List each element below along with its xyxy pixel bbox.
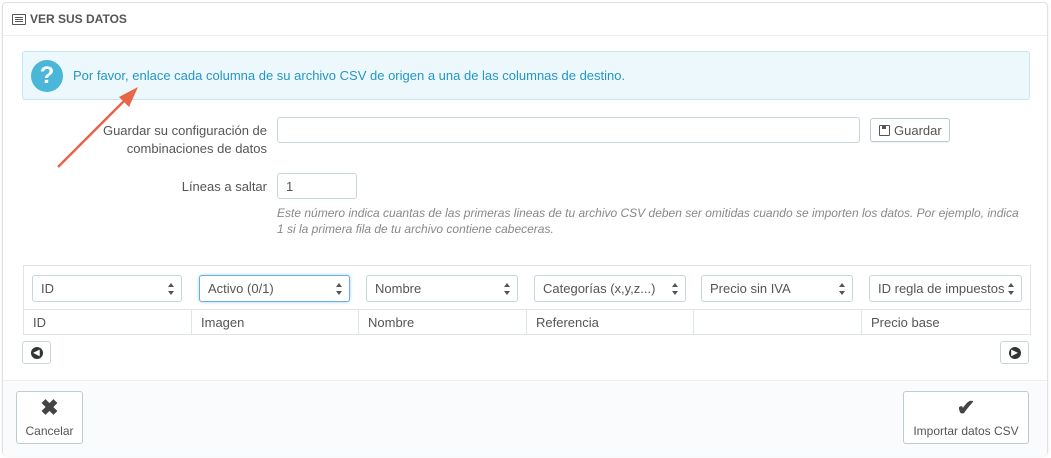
- import-label: Importar datos CSV: [913, 424, 1019, 438]
- column-header-6: Precio base: [862, 309, 1030, 335]
- save-config-input[interactable]: [277, 117, 860, 143]
- column-select-6[interactable]: ID regla de impuestos: [869, 275, 1022, 302]
- import-button[interactable]: ✔ Importar datos CSV: [903, 391, 1029, 444]
- column-select-5[interactable]: Precio sin IVA: [701, 275, 853, 302]
- skip-lines-input[interactable]: [277, 173, 357, 199]
- panel-footer: [3, 380, 1047, 456]
- select-caret-icon: [1008, 283, 1015, 295]
- select-caret-icon: [336, 283, 343, 295]
- check-icon: ✔: [956, 395, 976, 420]
- info-alert: ? Por favor, enlace cada columna de su a…: [22, 51, 1030, 100]
- column-header-5: [694, 309, 862, 335]
- import-panel: VER SUS DATOS ? Por favor, enlace cada c…: [2, 2, 1048, 456]
- save-button[interactable]: Guardar: [870, 118, 950, 142]
- question-icon: ?: [31, 59, 63, 92]
- scroll-right-button[interactable]: ▶: [1000, 341, 1029, 364]
- alert-message: Por favor, enlace cada columna de su arc…: [73, 68, 626, 83]
- floppy-disk-icon: [879, 124, 890, 136]
- save-button-label: Guardar: [894, 122, 942, 138]
- chevron-left-icon: ◀: [30, 346, 43, 359]
- select-caret-icon: [672, 283, 679, 295]
- select-caret-icon: [168, 283, 175, 295]
- panel-title: VER SUS DATOS: [30, 12, 127, 26]
- select-caret-icon: [504, 283, 511, 295]
- chevron-right-icon: ▶: [1008, 346, 1021, 359]
- column-header-2: Imagen: [192, 309, 359, 335]
- column-select-4[interactable]: Categorías (x,y,z...): [534, 275, 686, 302]
- column-header-1: ID: [24, 309, 192, 335]
- mapping-table: ID Activo (0/1) Nombre Categorías (x,y,z…: [23, 265, 1031, 335]
- cancel-label: Cancelar: [25, 424, 74, 438]
- column-select-3[interactable]: Nombre: [366, 275, 518, 302]
- skip-lines-help: Este número indica cuantas de las primer…: [277, 206, 1019, 236]
- column-select-2[interactable]: Activo (0/1): [199, 275, 350, 302]
- cancel-button[interactable]: ✖ Cancelar: [16, 391, 83, 444]
- list-icon: [12, 13, 26, 25]
- skip-lines-label: Líneas a saltar: [181, 179, 267, 194]
- column-header-3: Nombre: [359, 309, 527, 335]
- select-caret-icon: [839, 283, 846, 295]
- column-select-1[interactable]: ID: [32, 275, 182, 302]
- close-icon: ✖: [40, 395, 59, 420]
- panel-heading: VER SUS DATOS: [3, 3, 1047, 36]
- scroll-left-button[interactable]: ◀: [22, 341, 51, 364]
- column-header-4: Referencia: [527, 309, 694, 335]
- save-config-label: Guardar su configuración de combinacione…: [102, 123, 267, 156]
